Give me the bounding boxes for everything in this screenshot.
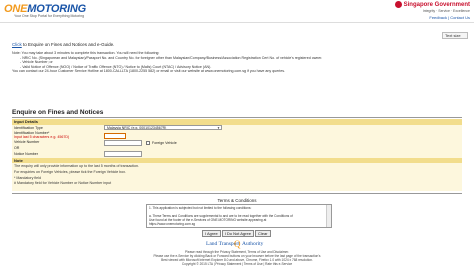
lta-q-mark: Q: [234, 239, 241, 249]
foreign-vehicle-label: Foreign Vehicle: [152, 141, 177, 145]
lta-logo: Land Transport Q Authority: [206, 239, 266, 250]
note-panel: The enquiry will only provide informatio…: [12, 163, 462, 191]
notice-number-input[interactable]: [104, 151, 142, 157]
disagree-button[interactable]: I Do Not Agree: [221, 230, 254, 237]
top-banner: ONEMOTORING Your One Stop Portal for Eve…: [0, 0, 474, 23]
terms-line: https://www.onemotoring.com.sg: [149, 222, 196, 226]
feedback-contact-links[interactable]: Feedback | Contact Us: [429, 15, 470, 20]
page-title: Enquire on Fines and Notices: [12, 109, 104, 116]
note-text: * Mandatory field: [14, 176, 41, 180]
instruction-notes: Note: You may take about 3 minutes to co…: [12, 51, 462, 74]
sg-government-badge: Singapore Government Integrity · Service…: [394, 1, 470, 14]
text-size-select[interactable]: Text size: [442, 32, 468, 39]
note-text: # Mandatory field for Vehicle Number or …: [14, 181, 112, 185]
vehicle-number-label: Vehicle Number: [14, 140, 40, 144]
id-type-select[interactable]: Malaysia NRIC (e.g. 000101234567R) ▼: [104, 125, 222, 130]
lta-logo-text-2: Authority: [242, 241, 264, 247]
lion-head-icon: [394, 1, 402, 8]
note-text: For enquiries on Foreign Vehicles, pleas…: [14, 170, 127, 174]
divider: [12, 117, 462, 118]
id-type-value: Malaysia NRIC (e.g. 000101234567R): [107, 126, 167, 130]
terms-textarea[interactable]: 1. This application is subjected but not…: [146, 204, 332, 228]
footer-copyright-line[interactable]: Copyright © 2015 LTA | Privacy Statement…: [0, 262, 474, 266]
vehicle-number-input[interactable]: [104, 140, 142, 146]
terms-title: Terms & Conditions: [217, 198, 257, 203]
id-number-hint: Input last 5 characters e.g. 4567D): [14, 135, 70, 139]
id-type-label: Identification Type: [14, 126, 43, 130]
id-number-input[interactable]: [104, 133, 126, 139]
clear-button[interactable]: Clear: [254, 230, 271, 237]
chevron-down-icon: ▼: [217, 126, 220, 130]
notice-number-label: Notice Number: [14, 152, 38, 156]
input-details-form: Identification Type Malaysia NRIC (e.g. …: [12, 125, 462, 158]
back-line-text: to Enquire on Fines and Notices and e-Gu…: [23, 42, 115, 47]
or-label: OR: [14, 146, 20, 150]
terms-scrollbar[interactable]: [326, 205, 331, 227]
agree-button[interactable]: I Agree: [202, 230, 221, 237]
note-line: You can contact our 24-hour Customer Ser…: [12, 69, 285, 74]
text-size-label: Text size: [445, 33, 461, 38]
logo-tagline: Your One Stop Portal for Everything Moto…: [14, 14, 85, 18]
sg-title: Singapore Government: [403, 2, 470, 9]
divider: [12, 193, 462, 194]
sg-motto: Integrity · Service · Excellence: [422, 9, 470, 14]
foreign-vehicle-checkbox[interactable]: [146, 141, 150, 145]
back-line: Click to Enquire on Fines and Notices an…: [12, 42, 114, 47]
click-link[interactable]: Click: [12, 42, 22, 47]
note-text: The enquiry will only provide informatio…: [14, 164, 140, 168]
